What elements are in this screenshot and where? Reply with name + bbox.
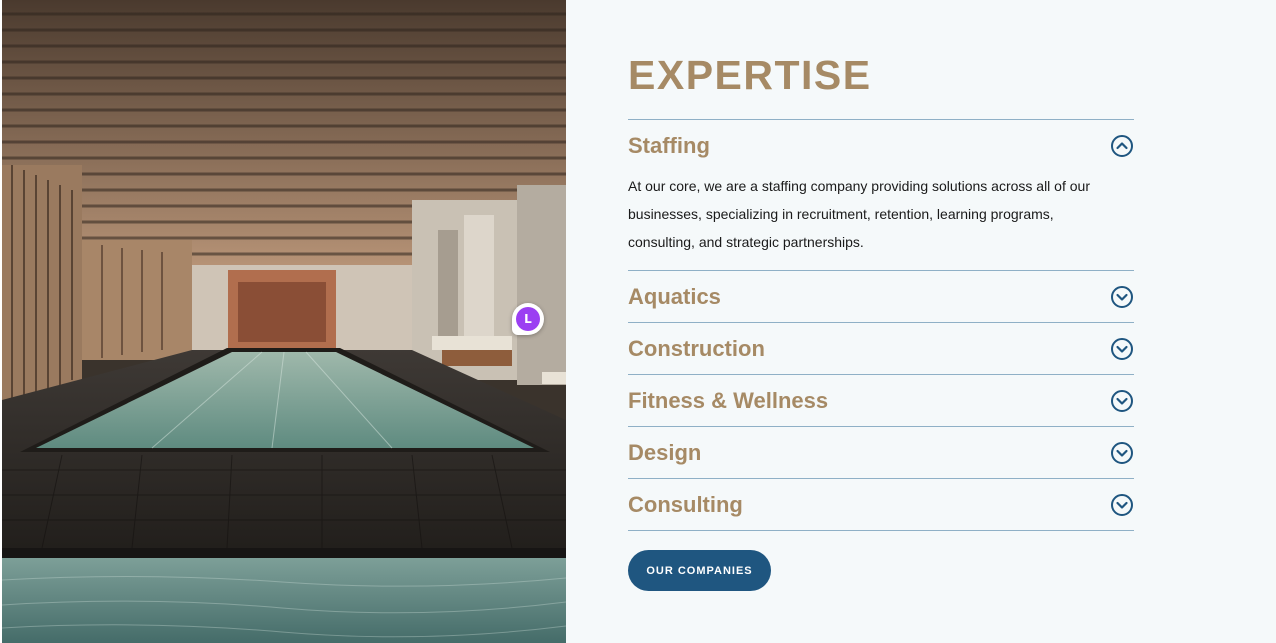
accordion-title: Consulting xyxy=(628,491,743,517)
accordion-item-aquatics: Aquatics xyxy=(628,271,1134,323)
pool-photo: L xyxy=(2,0,566,643)
chevron-down-circle-icon[interactable] xyxy=(1110,441,1134,465)
chevron-down-circle-icon[interactable] xyxy=(1110,285,1134,309)
chevron-down-circle-icon[interactable] xyxy=(1110,493,1134,517)
chevron-down-circle-icon[interactable] xyxy=(1110,337,1134,361)
accordion-header-aquatics[interactable]: Aquatics xyxy=(628,271,1134,322)
our-companies-button[interactable]: OUR COMPANIES xyxy=(628,550,771,591)
chat-avatar-icon: L xyxy=(516,307,540,331)
accordion-item-fitness-wellness: Fitness & Wellness xyxy=(628,375,1134,427)
accordion-item-construction: Construction xyxy=(628,323,1134,375)
accordion-title: Aquatics xyxy=(628,283,721,309)
accordion-header-staffing[interactable]: Staffing xyxy=(628,120,1134,172)
accordion-title: Design xyxy=(628,439,702,465)
chevron-up-circle-icon[interactable] xyxy=(1110,134,1134,158)
accordion-header-fitness-wellness[interactable]: Fitness & Wellness xyxy=(628,375,1134,426)
accordion-title: Fitness & Wellness xyxy=(628,387,829,413)
accordion-header-design[interactable]: Design xyxy=(628,427,1134,478)
chat-widget-button[interactable]: L xyxy=(512,303,544,335)
accordion-header-consulting[interactable]: Consulting xyxy=(628,479,1134,530)
accordion-title: Construction xyxy=(628,335,765,361)
accordion-header-construction[interactable]: Construction xyxy=(628,323,1134,374)
accordion-body-staffing: At our core, we are a staffing company p… xyxy=(628,178,1090,250)
accordion-item-design: Design xyxy=(628,427,1134,479)
expertise-accordion: Staffing At our core, we are a staffing … xyxy=(628,119,1134,531)
chevron-down-circle-icon[interactable] xyxy=(1110,389,1134,413)
indoor-pool-illustration xyxy=(2,0,566,643)
expertise-panel: EXPERTISE Staffing At our core, we are a… xyxy=(566,0,1276,643)
accordion-item-consulting: Consulting xyxy=(628,479,1134,531)
section-heading: EXPERTISE xyxy=(628,52,872,98)
accordion-title: Staffing xyxy=(628,133,710,158)
accordion-item-staffing: Staffing At our core, we are a staffing … xyxy=(628,120,1134,271)
